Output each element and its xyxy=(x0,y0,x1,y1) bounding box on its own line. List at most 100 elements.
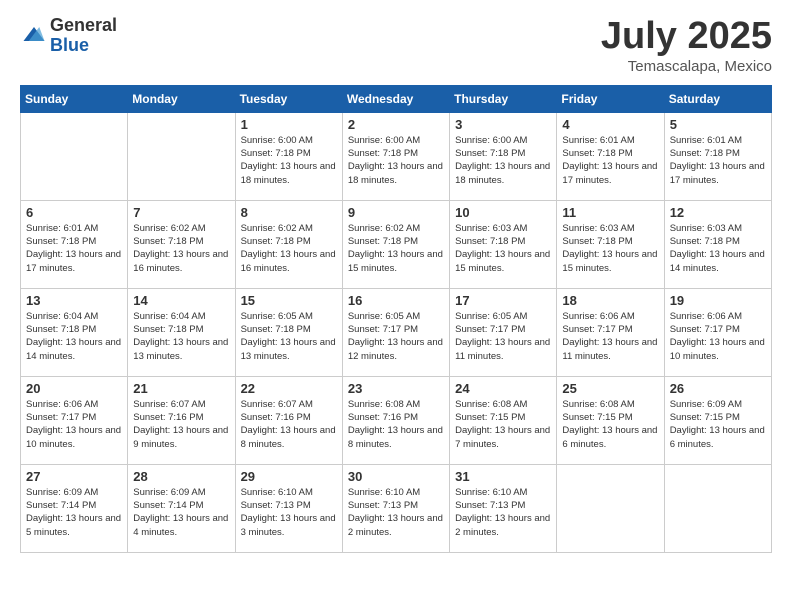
day-info-4: Sunrise: 6:01 AM Sunset: 7:18 PM Dayligh… xyxy=(562,134,658,187)
weekday-header-saturday: Saturday xyxy=(664,85,771,112)
day-info-16: Sunrise: 6:05 AM Sunset: 7:17 PM Dayligh… xyxy=(348,310,444,363)
day-cell-5: 5 Sunrise: 6:01 AM Sunset: 7:18 PM Daylig… xyxy=(664,112,771,200)
calendar-table: SundayMondayTuesdayWednesdayThursdayFrid… xyxy=(20,85,772,553)
day-info-22: Sunrise: 6:07 AM Sunset: 7:16 PM Dayligh… xyxy=(241,398,337,451)
day-number-7: 7 xyxy=(133,205,229,220)
day-cell-4: 4 Sunrise: 6:01 AM Sunset: 7:18 PM Daylig… xyxy=(557,112,664,200)
day-info-19: Sunrise: 6:06 AM Sunset: 7:17 PM Dayligh… xyxy=(670,310,766,363)
day-number-14: 14 xyxy=(133,293,229,308)
day-number-5: 5 xyxy=(670,117,766,132)
day-number-13: 13 xyxy=(26,293,122,308)
day-info-9: Sunrise: 6:02 AM Sunset: 7:18 PM Dayligh… xyxy=(348,222,444,275)
day-number-8: 8 xyxy=(241,205,337,220)
day-info-24: Sunrise: 6:08 AM Sunset: 7:15 PM Dayligh… xyxy=(455,398,551,451)
day-cell-28: 28 Sunrise: 6:09 AM Sunset: 7:14 PM Dayli… xyxy=(128,464,235,552)
weekday-header-sunday: Sunday xyxy=(21,85,128,112)
day-cell-16: 16 Sunrise: 6:05 AM Sunset: 7:17 PM Dayli… xyxy=(342,288,449,376)
day-number-6: 6 xyxy=(26,205,122,220)
empty-cell xyxy=(128,112,235,200)
day-number-21: 21 xyxy=(133,381,229,396)
logo-text: General Blue xyxy=(50,16,117,56)
day-info-13: Sunrise: 6:04 AM Sunset: 7:18 PM Dayligh… xyxy=(26,310,122,363)
day-number-9: 9 xyxy=(348,205,444,220)
day-cell-15: 15 Sunrise: 6:05 AM Sunset: 7:18 PM Dayli… xyxy=(235,288,342,376)
day-number-2: 2 xyxy=(348,117,444,132)
weekday-header-thursday: Thursday xyxy=(450,85,557,112)
day-info-25: Sunrise: 6:08 AM Sunset: 7:15 PM Dayligh… xyxy=(562,398,658,451)
day-cell-29: 29Sunrise: 6:10 AM Sunset: 7:13 PM Dayli… xyxy=(235,464,342,552)
day-number-18: 18 xyxy=(562,293,658,308)
day-info-14: Sunrise: 6:04 AM Sunset: 7:18 PM Dayligh… xyxy=(133,310,229,363)
day-number-17: 17 xyxy=(455,293,551,308)
day-info-23: Sunrise: 6:08 AM Sunset: 7:16 PM Dayligh… xyxy=(348,398,444,451)
day-number-11: 11 xyxy=(562,205,658,220)
week-row-2: 6 Sunrise: 6:01 AM Sunset: 7:18 PM Daylig… xyxy=(21,200,772,288)
day-info-28: Sunrise: 6:09 AM Sunset: 7:14 PM Dayligh… xyxy=(133,486,229,539)
title-block: July 2025 Temascalapa, Mexico xyxy=(601,16,772,75)
day-cell-8: 8 Sunrise: 6:02 AM Sunset: 7:18 PM Daylig… xyxy=(235,200,342,288)
day-cell-31: 31 Sunrise: 6:10 AM Sunset: 7:13 PM Dayli… xyxy=(450,464,557,552)
logo-line2: Blue xyxy=(50,36,117,56)
day-info-30: Sunrise: 6:10 AM Sunset: 7:13 PM Dayligh… xyxy=(348,486,444,539)
day-info-15: Sunrise: 6:05 AM Sunset: 7:18 PM Dayligh… xyxy=(241,310,337,363)
day-cell-21: 21 Sunrise: 6:07 AM Sunset: 7:16 PM Dayli… xyxy=(128,376,235,464)
day-number-19: 19 xyxy=(670,293,766,308)
day-info-27: Sunrise: 6:09 AM Sunset: 7:14 PM Dayligh… xyxy=(26,486,122,539)
day-number-30: 30 xyxy=(348,469,444,484)
day-cell-1: 1 Sunrise: 6:00 AM Sunset: 7:18 PM Daylig… xyxy=(235,112,342,200)
day-number-22: 22 xyxy=(241,381,337,396)
day-number-31: 31 xyxy=(455,469,551,484)
day-number-26: 26 xyxy=(670,381,766,396)
day-number-20: 20 xyxy=(26,381,122,396)
weekday-header-tuesday: Tuesday xyxy=(235,85,342,112)
day-cell-11: 11Sunrise: 6:03 AM Sunset: 7:18 PM Dayli… xyxy=(557,200,664,288)
day-cell-7: 7 Sunrise: 6:02 AM Sunset: 7:18 PM Daylig… xyxy=(128,200,235,288)
day-number-27: 27 xyxy=(26,469,122,484)
weekday-header-wednesday: Wednesday xyxy=(342,85,449,112)
day-info-6: Sunrise: 6:01 AM Sunset: 7:18 PM Dayligh… xyxy=(26,222,122,275)
day-cell-25: 25Sunrise: 6:08 AM Sunset: 7:15 PM Dayli… xyxy=(557,376,664,464)
weekday-header-row: SundayMondayTuesdayWednesdayThursdayFrid… xyxy=(21,85,772,112)
month-title: July 2025 xyxy=(601,16,772,58)
day-info-2: Sunrise: 6:00 AM Sunset: 7:18 PM Dayligh… xyxy=(348,134,444,187)
day-info-10: Sunrise: 6:03 AM Sunset: 7:18 PM Dayligh… xyxy=(455,222,551,275)
day-info-1: Sunrise: 6:00 AM Sunset: 7:18 PM Dayligh… xyxy=(241,134,337,187)
day-cell-13: 13 Sunrise: 6:04 AM Sunset: 7:18 PM Dayli… xyxy=(21,288,128,376)
empty-cell xyxy=(557,464,664,552)
day-cell-9: 9 Sunrise: 6:02 AM Sunset: 7:18 PM Daylig… xyxy=(342,200,449,288)
week-row-3: 13 Sunrise: 6:04 AM Sunset: 7:18 PM Dayli… xyxy=(21,288,772,376)
day-number-16: 16 xyxy=(348,293,444,308)
day-info-8: Sunrise: 6:02 AM Sunset: 7:18 PM Dayligh… xyxy=(241,222,337,275)
logo: General Blue xyxy=(20,16,117,56)
day-number-1: 1 xyxy=(241,117,337,132)
page-header: General Blue July 2025 Temascalapa, Mexi… xyxy=(20,16,772,75)
day-cell-6: 6 Sunrise: 6:01 AM Sunset: 7:18 PM Daylig… xyxy=(21,200,128,288)
day-cell-10: 10 Sunrise: 6:03 AM Sunset: 7:18 PM Dayli… xyxy=(450,200,557,288)
day-info-17: Sunrise: 6:05 AM Sunset: 7:17 PM Dayligh… xyxy=(455,310,551,363)
day-number-24: 24 xyxy=(455,381,551,396)
day-cell-23: 23 Sunrise: 6:08 AM Sunset: 7:16 PM Dayli… xyxy=(342,376,449,464)
day-cell-2: 2 Sunrise: 6:00 AM Sunset: 7:18 PM Daylig… xyxy=(342,112,449,200)
day-info-31: Sunrise: 6:10 AM Sunset: 7:13 PM Dayligh… xyxy=(455,486,551,539)
day-cell-30: 30 Sunrise: 6:10 AM Sunset: 7:13 PM Dayli… xyxy=(342,464,449,552)
day-info-7: Sunrise: 6:02 AM Sunset: 7:18 PM Dayligh… xyxy=(133,222,229,275)
day-info-29: Sunrise: 6:10 AM Sunset: 7:13 PM Dayligh… xyxy=(241,486,337,539)
day-number-28: 28 xyxy=(133,469,229,484)
day-info-5: Sunrise: 6:01 AM Sunset: 7:18 PM Dayligh… xyxy=(670,134,766,187)
day-cell-24: 24 Sunrise: 6:08 AM Sunset: 7:15 PM Dayli… xyxy=(450,376,557,464)
day-number-23: 23 xyxy=(348,381,444,396)
week-row-4: 20Sunrise: 6:06 AM Sunset: 7:17 PM Dayli… xyxy=(21,376,772,464)
day-number-10: 10 xyxy=(455,205,551,220)
day-info-3: Sunrise: 6:00 AM Sunset: 7:18 PM Dayligh… xyxy=(455,134,551,187)
day-cell-17: 17 Sunrise: 6:05 AM Sunset: 7:17 PM Dayli… xyxy=(450,288,557,376)
day-info-21: Sunrise: 6:07 AM Sunset: 7:16 PM Dayligh… xyxy=(133,398,229,451)
day-cell-26: 26Sunrise: 6:09 AM Sunset: 7:15 PM Dayli… xyxy=(664,376,771,464)
location: Temascalapa, Mexico xyxy=(601,58,772,75)
day-cell-14: 14 Sunrise: 6:04 AM Sunset: 7:18 PM Dayli… xyxy=(128,288,235,376)
empty-cell xyxy=(664,464,771,552)
day-number-15: 15 xyxy=(241,293,337,308)
day-number-4: 4 xyxy=(562,117,658,132)
weekday-header-monday: Monday xyxy=(128,85,235,112)
day-cell-3: 3Sunrise: 6:00 AM Sunset: 7:18 PM Daylig… xyxy=(450,112,557,200)
empty-cell xyxy=(21,112,128,200)
